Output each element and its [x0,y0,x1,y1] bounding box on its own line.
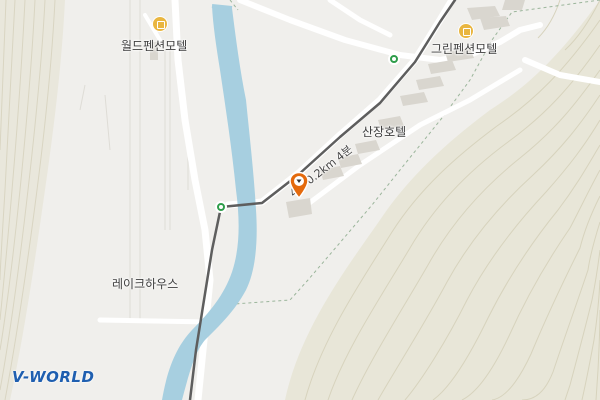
map-view[interactable]: 월드펜션모텔 그린펜션모텔 산장호텔 레이크하우스 4분 0.2km 4분 V-… [0,0,600,400]
vworld-logo: V-WORLD [12,368,95,386]
building-icon[interactable] [152,16,168,32]
poi-label-sanjang-hotel[interactable]: 산장호텔 [362,123,406,140]
destination-pin-icon[interactable] [288,171,310,199]
building-icon[interactable] [458,23,474,39]
poi-label-lake-house[interactable]: 레이크하우스 [112,275,178,292]
route-node-icon[interactable] [215,201,227,213]
poi-label-world-pension-motel[interactable]: 월드펜션모텔 [121,37,187,54]
poi-label-green-pension-motel[interactable]: 그린펜션모텔 [431,40,497,57]
route-node-icon[interactable] [388,53,400,65]
map-base [0,0,600,400]
